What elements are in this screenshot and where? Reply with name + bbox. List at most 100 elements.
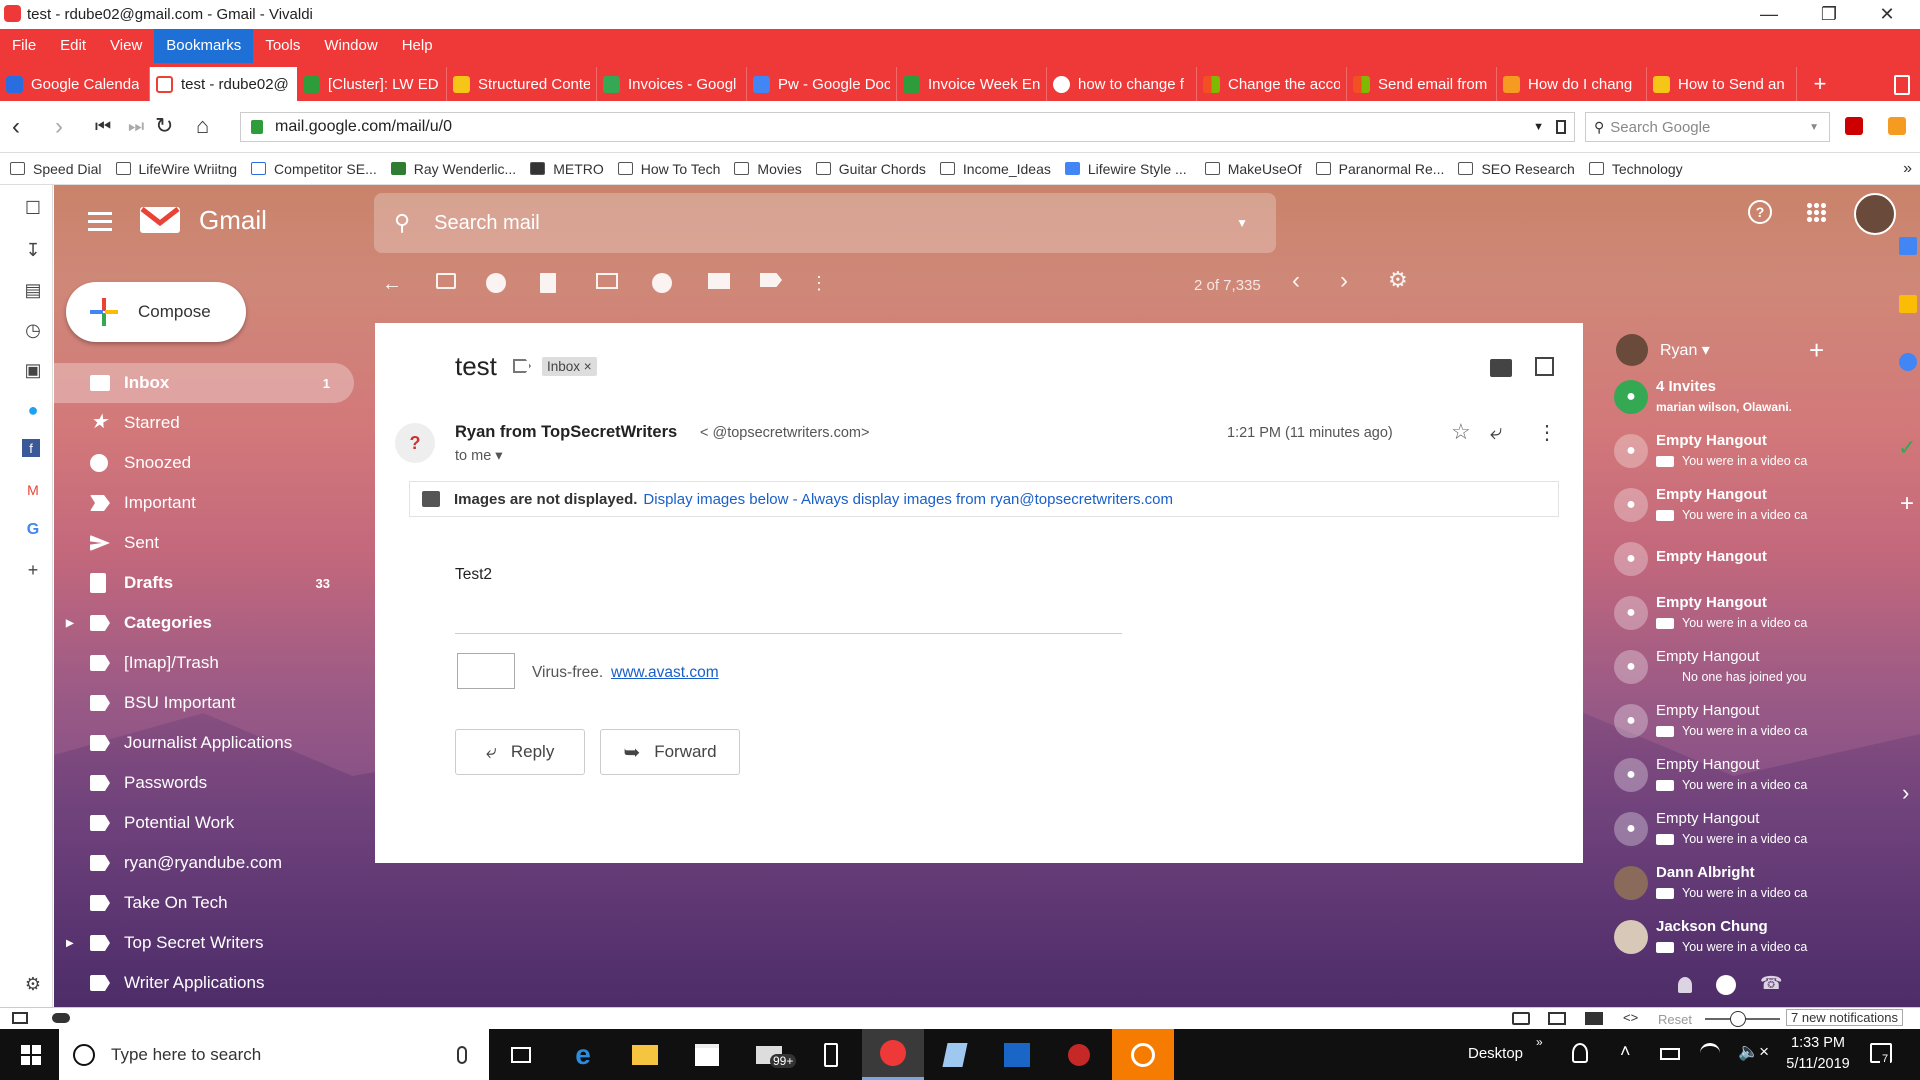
start-button[interactable] — [0, 1029, 62, 1080]
search-mail-field[interactable]: ⚲ Search mail ▼ — [374, 193, 1276, 253]
rewind-icon[interactable]: ⏮ — [95, 116, 111, 137]
tab-cluster[interactable]: [Cluster]: LW ED — [297, 67, 447, 101]
new-conversation-icon[interactable]: + — [1809, 335, 1824, 366]
menu-view[interactable]: View — [98, 29, 154, 63]
bookmark-lifewire-style[interactable]: Lifewire Style ... — [1064, 161, 1187, 177]
tab-google-calendar[interactable]: Google Calenda — [0, 67, 150, 101]
search-dropdown-icon[interactable]: ▼ — [1809, 122, 1819, 133]
clock-date[interactable]: 5/11/2019 — [1778, 1056, 1858, 1072]
more-options-icon[interactable]: ⋮ — [810, 273, 832, 293]
back-arrow-icon[interactable]: ← — [382, 273, 404, 295]
volume-muted-icon[interactable]: 🔈× — [1738, 1042, 1769, 1062]
notifications-text[interactable]: 7 new notifications — [1786, 1009, 1903, 1026]
reload-icon[interactable]: ↻ — [155, 113, 173, 139]
main-menu-icon[interactable] — [88, 212, 112, 236]
expand-arrow-icon[interactable]: ▶ — [66, 938, 74, 949]
hangout-item[interactable]: ● Empty Hangout — [1614, 534, 1834, 588]
calendar-icon[interactable] — [1899, 237, 1917, 255]
minimize-button[interactable]: — — [1740, 0, 1798, 29]
menu-file[interactable]: File — [0, 29, 48, 63]
settings-icon[interactable]: ⚙ — [1388, 267, 1410, 292]
bookmark-movies[interactable]: Movies — [734, 161, 802, 177]
tray-expand-icon[interactable]: ˄ — [1620, 1041, 1631, 1062]
nav-potential-work[interactable]: Potential Work — [54, 803, 354, 843]
account-avatar[interactable] — [1854, 193, 1896, 235]
move-to-icon[interactable] — [708, 273, 730, 289]
menu-tools[interactable]: Tools — [253, 29, 312, 63]
tab-how-to-send[interactable]: How to Send an — [1647, 67, 1797, 101]
downloads-icon[interactable]: ↧ — [22, 239, 44, 261]
restore-button[interactable]: ❐ — [1800, 0, 1858, 29]
zoom-slider[interactable] — [1705, 1011, 1780, 1027]
window-panel-icon[interactable]: ▣ — [22, 359, 44, 381]
search-engine-field[interactable]: ⚲ Search Google ▼ — [1585, 112, 1830, 142]
importance-marker-icon[interactable] — [513, 359, 531, 373]
bookmark-competitor[interactable]: Competitor SE... — [251, 161, 377, 177]
zoom-reset[interactable]: Reset — [1658, 1012, 1692, 1027]
nav-drafts[interactable]: Drafts 33 — [54, 563, 354, 603]
bookmark-lifewire[interactable]: LifeWire Wriitng — [115, 161, 237, 177]
microphone-icon[interactable] — [457, 1045, 467, 1064]
tab-invoices[interactable]: Invoices - Googl — [597, 67, 747, 101]
hangout-item[interactable]: ● Empty Hangout You were in a video ca — [1614, 804, 1834, 858]
home-icon[interactable]: ⌂ — [196, 113, 209, 139]
tasks-icon[interactable] — [1899, 353, 1917, 371]
facebook-icon[interactable]: f — [22, 439, 40, 457]
tab-how-to-change[interactable]: how to change f — [1047, 67, 1197, 101]
reply-button[interactable]: ⤶ Reply — [455, 729, 585, 775]
bookmark-page-icon[interactable] — [1556, 120, 1566, 134]
reply-icon[interactable]: ⤶ — [1490, 419, 1502, 445]
message-more-icon[interactable]: ⋮ — [1537, 420, 1557, 445]
add-addon-icon[interactable]: + — [1900, 490, 1914, 518]
panel-toggle-icon[interactable] — [12, 1012, 28, 1024]
twitter-icon[interactable]: ● — [22, 399, 44, 421]
nav-snoozed[interactable]: Snoozed — [54, 443, 354, 483]
hangout-item[interactable]: ● Empty Hangout You were in a video ca — [1614, 750, 1834, 804]
open-new-window-icon[interactable] — [1535, 357, 1554, 376]
people-icon[interactable] — [1572, 1043, 1588, 1063]
google-panel-icon[interactable]: G — [22, 519, 44, 541]
recipients[interactable]: to me ▾ — [455, 448, 503, 464]
menu-edit[interactable]: Edit — [48, 29, 98, 63]
compose-button[interactable]: Compose — [66, 282, 246, 342]
bookmark-metro[interactable]: METRO — [530, 161, 604, 177]
tab-change-account[interactable]: Change the acco — [1197, 67, 1347, 101]
contacts-tab-icon[interactable] — [1678, 977, 1692, 993]
nav-starred[interactable]: ★ Starred — [54, 403, 354, 443]
images-toggle-icon[interactable] — [1585, 1012, 1603, 1025]
inbox-label-chip[interactable]: Inbox × — [542, 357, 597, 376]
notes-icon[interactable]: ▤ — [22, 279, 44, 301]
hangout-item[interactable]: ● Empty Hangout You were in a video ca — [1614, 480, 1834, 534]
tab-structured-content[interactable]: Structured Conte — [447, 67, 597, 101]
capture-icon[interactable] — [1512, 1012, 1530, 1025]
taskbar-avast[interactable] — [1112, 1029, 1174, 1080]
tiling-icon[interactable] — [1548, 1012, 1566, 1025]
checkmark-icon[interactable]: ✓ — [1898, 435, 1916, 461]
tab-invoice-week[interactable]: Invoice Week En — [897, 67, 1047, 101]
snooze-icon[interactable] — [652, 273, 672, 293]
older-icon[interactable]: › — [1340, 267, 1362, 294]
nav-categories[interactable]: ▶ Categories — [54, 603, 354, 643]
hangout-item[interactable]: ● Empty Hangout You were in a video ca — [1614, 696, 1834, 750]
help-icon[interactable]: ? — [1748, 200, 1772, 224]
bookmarks-overflow-icon[interactable]: » — [1903, 160, 1912, 178]
forward-button[interactable]: ➥ Forward — [600, 729, 740, 775]
print-icon[interactable] — [1490, 359, 1512, 377]
close-window-button[interactable]: ✕ — [1858, 0, 1916, 29]
display-images-link[interactable]: Display images below - Always display im… — [643, 491, 1173, 508]
bookmark-seo-research[interactable]: SEO Research — [1458, 161, 1575, 177]
forward-icon[interactable]: › — [55, 113, 63, 141]
hangouts-tab-icon[interactable] — [1716, 975, 1736, 995]
hangouts-user-avatar[interactable] — [1616, 334, 1648, 366]
bookmark-how-to-tech[interactable]: How To Tech — [617, 161, 720, 177]
tab-send-email[interactable]: Send email from — [1347, 67, 1497, 101]
nav-inbox[interactable]: Inbox 1 — [54, 363, 354, 403]
add-panel-icon[interactable]: + — [22, 559, 44, 581]
new-tab-button[interactable]: + — [1805, 67, 1835, 101]
taskbar-notepad[interactable] — [924, 1029, 986, 1080]
bookmark-income-ideas[interactable]: Income_Ideas — [939, 161, 1051, 177]
task-view-button[interactable] — [490, 1029, 552, 1080]
toolbar-expand-icon[interactable]: » — [1536, 1035, 1543, 1049]
nav-imap-trash[interactable]: [Imap]/Trash — [54, 643, 354, 683]
menu-bookmarks[interactable]: Bookmarks — [154, 29, 254, 63]
